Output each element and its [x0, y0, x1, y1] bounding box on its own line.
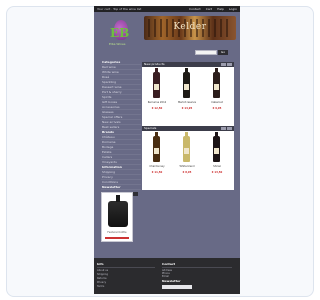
top-bar: Your cart · Top of the wine list Contact…	[94, 6, 240, 12]
product-name[interactable]: Red wine 2012	[146, 101, 168, 104]
footer-col-title: Newsletter	[162, 279, 181, 283]
bottle-label	[154, 84, 159, 90]
featured-ad[interactable]: Featured bottle	[101, 192, 133, 242]
footer-link[interactable]: About us	[97, 269, 108, 272]
product-price: € 8,95	[182, 171, 192, 174]
nav-link[interactable]: Login	[229, 7, 237, 11]
bottle-image	[153, 68, 160, 98]
product-card[interactable]: Shiraz € 13,50	[206, 132, 228, 180]
bottle-label	[154, 148, 159, 154]
logo-name: Elba Wines	[109, 42, 126, 46]
product-card[interactable]: White blend € 8,95	[176, 132, 198, 180]
bottle-image	[108, 195, 128, 227]
product-name[interactable]: Cabernet	[206, 101, 228, 104]
web-page: Your cart · Top of the wine list Contact…	[94, 6, 240, 294]
product-name[interactable]: White blend	[176, 165, 198, 168]
product-name[interactable]: Merlot reserve	[176, 101, 198, 104]
footer-link[interactable]: Returns	[97, 277, 107, 280]
bottle-image	[213, 68, 220, 98]
bottle-label	[184, 84, 189, 90]
bottle-image	[183, 132, 190, 162]
main-content: New products Specials Red wine 2012 € 12,…	[142, 62, 234, 190]
bottle-image	[153, 132, 160, 162]
product-price: € 9,95	[212, 107, 222, 110]
bottle-label	[214, 84, 219, 90]
footer-link[interactable]: Shipping	[97, 273, 108, 276]
newsletter-input[interactable]	[162, 285, 192, 289]
footer-link[interactable]: Email	[162, 275, 169, 278]
footer: Info Contact Newsletter About us Shipping…	[94, 258, 240, 294]
pager	[221, 63, 232, 66]
footer-col-title: Contact	[162, 262, 176, 266]
footer-link[interactable]: Privacy	[97, 281, 106, 284]
product-card[interactable]: Cabernet € 9,95	[206, 68, 228, 116]
site-logo[interactable]: EB Elba Wines	[106, 18, 136, 48]
nav-link[interactable]: Cart	[206, 7, 212, 11]
product-price: € 14,95	[181, 107, 193, 110]
next-button[interactable]	[227, 63, 232, 66]
banner-title: Kelder	[173, 22, 207, 32]
bottle-image	[183, 68, 190, 98]
product-price: € 11,50	[151, 171, 163, 174]
section-header: New products	[142, 62, 234, 67]
product-price: € 13,50	[211, 171, 223, 174]
ad-caption: Featured bottle	[107, 231, 127, 234]
sidebar-heading: Newsletter	[101, 185, 141, 190]
bottle-label	[184, 148, 189, 154]
product-name[interactable]: Chardonnay	[146, 165, 168, 168]
bottle-image	[213, 132, 220, 162]
footer-divider	[97, 267, 155, 268]
top-nav: Contact Cart Help Login	[189, 7, 237, 11]
topbar-text: Your cart · Top of the wine list	[97, 7, 142, 11]
footer-col-title: Info	[97, 262, 104, 266]
ad-bar	[105, 237, 129, 239]
pager	[221, 127, 232, 130]
nav-link[interactable]: Help	[217, 7, 224, 11]
product-name[interactable]: Shiraz	[206, 165, 228, 168]
product-card[interactable]: Merlot reserve € 14,95	[176, 68, 198, 116]
sidebar: Categories Red wine White wine Rosé Sparklin…	[101, 60, 141, 197]
product-price: € 12,50	[151, 107, 163, 110]
nav-link[interactable]: Contact	[189, 7, 201, 11]
section-title: New products	[144, 62, 165, 66]
search-button-label: Go	[220, 50, 226, 54]
footer-divider	[162, 267, 232, 268]
search-input[interactable]	[195, 50, 217, 55]
prev-button[interactable]	[221, 63, 226, 66]
logo-letters: EB	[110, 26, 130, 40]
footer-link[interactable]: Terms	[97, 285, 104, 288]
section-header: Specials	[142, 126, 234, 131]
section-title: Specials	[144, 126, 157, 130]
next-button[interactable]	[227, 127, 232, 130]
product-card[interactable]: Chardonnay € 11,50	[146, 132, 168, 180]
bottle-label	[214, 148, 219, 154]
product-card[interactable]: Red wine 2012 € 12,50	[146, 68, 168, 116]
prev-button[interactable]	[221, 127, 226, 130]
header-banner: Kelder	[144, 16, 236, 40]
search-button[interactable]: Go	[218, 50, 228, 55]
